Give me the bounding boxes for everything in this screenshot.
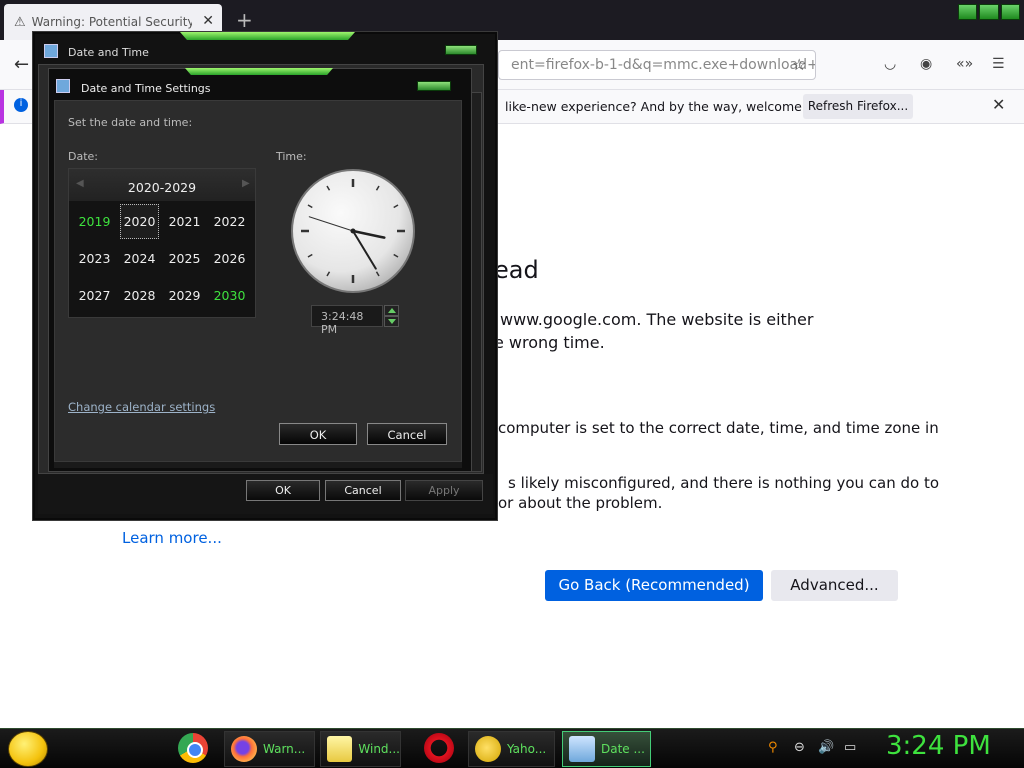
dialog-title: Date and Time Settings — [81, 82, 211, 95]
year-cell[interactable]: 2028 — [117, 277, 162, 314]
clock-face — [301, 179, 405, 283]
new-tab-icon[interactable]: + — [236, 8, 253, 32]
year-cell[interactable]: 2024 — [117, 240, 162, 277]
clock-tick — [393, 253, 399, 258]
dialog-title: Date and Time — [68, 46, 149, 59]
maximize-button[interactable] — [979, 4, 999, 20]
pocket-icon[interactable]: ◡ — [884, 56, 896, 72]
bookmark-star-icon[interactable]: ☆ — [792, 55, 806, 74]
back-arrow-icon[interactable]: ← — [14, 54, 29, 75]
clock-tick — [326, 271, 331, 277]
year-cell[interactable]: 2022 — [207, 203, 252, 240]
clock-tick — [326, 185, 331, 191]
cancel-button[interactable]: Cancel — [325, 480, 401, 501]
error-text: or about the problem. — [498, 494, 663, 512]
hour-hand — [351, 229, 386, 239]
time-label: Time: — [276, 150, 307, 163]
dialog-edge — [54, 462, 462, 468]
notification-text: like-new experience? And by the way, wel… — [505, 99, 841, 114]
window-controls — [958, 4, 1020, 20]
clock-tick — [393, 204, 399, 209]
clock-tick — [307, 253, 313, 258]
ok-button[interactable]: OK — [246, 480, 320, 501]
year-cell[interactable]: 2030 — [207, 277, 252, 314]
taskbar-item-firefox[interactable]: Warn... — [224, 731, 315, 767]
clock-tick — [375, 271, 380, 277]
close-tab-icon[interactable]: ✕ — [202, 13, 214, 29]
firefox-icon — [231, 736, 257, 762]
year-cell[interactable]: 2021 — [162, 203, 207, 240]
taskbar-item-label: Warn... — [263, 742, 306, 756]
year-cell[interactable]: 2023 — [72, 240, 117, 277]
second-hand — [308, 216, 354, 232]
ok-button[interactable]: OK — [279, 423, 357, 445]
error-text: computer is set to the correct date, tim… — [498, 419, 939, 437]
error-text: e wrong time. — [494, 333, 605, 352]
volume-icon[interactable]: 🔊 — [818, 740, 834, 755]
title-glow — [180, 32, 355, 40]
year-grid: 2019 2020 2021 2022 2023 2024 2025 2026 2027 2028… — [72, 203, 252, 313]
error-text: s likely misconfigured, and there is not… — [508, 474, 940, 492]
tab-title: Warning: Potential Security Risk — [31, 15, 192, 29]
time-decrement-button[interactable] — [384, 316, 399, 327]
year-cell[interactable]: 2019 — [72, 203, 117, 240]
calendar-range[interactable]: 2020-2029 — [69, 180, 255, 195]
taskbar-item-label: Date ... — [601, 742, 645, 756]
folder-icon — [327, 736, 353, 762]
error-title: ead — [494, 256, 539, 284]
time-increment-button[interactable] — [384, 305, 399, 316]
clock-center — [350, 228, 356, 234]
advanced-button[interactable]: Advanced... — [771, 570, 898, 601]
analog-clock — [291, 169, 415, 293]
menu-icon[interactable]: ☰ — [992, 56, 1005, 72]
taskbar-item-date-time[interactable]: Date ... — [562, 731, 651, 767]
warning-icon: ⚠ — [14, 14, 26, 30]
minute-hand — [352, 230, 377, 270]
account-icon[interactable]: ◉ — [920, 56, 932, 72]
extensions-icon[interactable]: «» — [956, 56, 973, 72]
taskbar-item-yahoo[interactable]: Yaho... — [468, 731, 555, 767]
clock-tick — [375, 185, 380, 191]
year-cell[interactable]: 2029 — [162, 277, 207, 314]
cancel-button[interactable]: Cancel — [367, 423, 447, 445]
calendar-clock-icon — [44, 44, 58, 58]
taskbar-clock[interactable]: 3:24 PM — [886, 731, 991, 761]
yahoo-messenger-icon — [475, 736, 501, 762]
go-back-button[interactable]: Go Back (Recommended) — [545, 570, 763, 601]
learn-more-link[interactable]: Learn more... — [122, 529, 222, 547]
year-cell[interactable]: 2026 — [207, 240, 252, 277]
year-cell[interactable]: 2025 — [162, 240, 207, 277]
network-icon[interactable]: ▭ — [844, 740, 856, 755]
address-bar[interactable]: ent=firefox-b-1-d&q=mmc.exe+download+x8 — [498, 50, 816, 80]
start-button[interactable] — [8, 731, 48, 767]
date-label: Date: — [68, 150, 98, 163]
year-cell[interactable]: 2020 — [120, 204, 159, 239]
taskbar-item-label: Yaho... — [507, 742, 547, 756]
calendar-clock-icon — [569, 736, 595, 762]
info-icon: i — [14, 98, 28, 112]
taskbar-item-windows[interactable]: Wind... — [320, 731, 401, 767]
close-dialog-button[interactable] — [445, 45, 477, 55]
close-dialog-button[interactable] — [417, 81, 451, 91]
opera-icon[interactable] — [424, 733, 454, 763]
title-glow — [185, 68, 333, 75]
apply-button[interactable]: Apply — [405, 480, 483, 501]
search-icon[interactable]: ⚲ — [768, 740, 778, 755]
minus-circle-icon[interactable]: ⊖ — [794, 740, 805, 755]
clock-tick — [307, 204, 313, 209]
minimize-button[interactable] — [958, 4, 978, 20]
taskbar-item-label: Wind... — [358, 742, 400, 756]
error-text: www.google.com. The website is either — [500, 310, 814, 329]
calendar-clock-icon — [56, 79, 70, 93]
year-cell[interactable]: 2027 — [72, 277, 117, 314]
refresh-firefox-button[interactable]: Refresh Firefox... — [803, 94, 913, 119]
close-window-button[interactable] — [1000, 4, 1020, 20]
instruction-label: Set the date and time: — [68, 116, 193, 129]
chrome-icon[interactable] — [178, 733, 208, 763]
change-calendar-settings-link[interactable]: Change calendar settings — [68, 400, 215, 414]
close-notification-icon[interactable]: ✕ — [992, 95, 1005, 114]
time-input[interactable]: 3:24:48 PM — [311, 305, 383, 336]
